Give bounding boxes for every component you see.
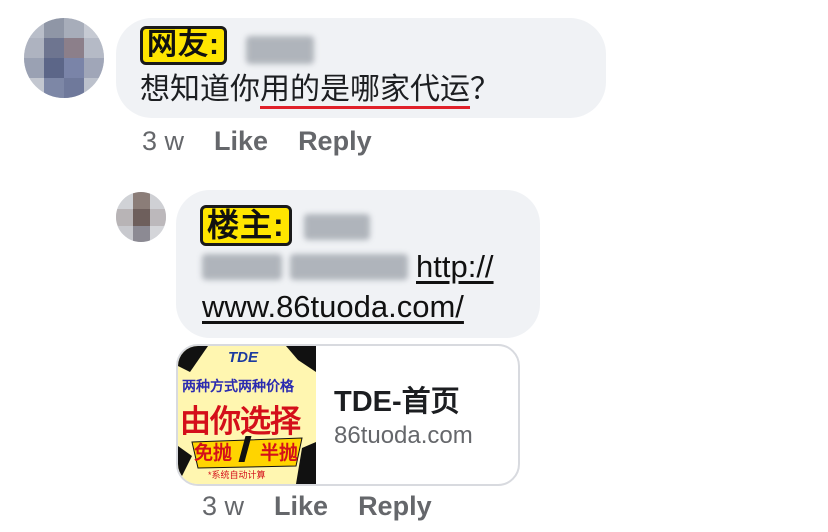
thumbnail-big-text: 由你选择 [180, 404, 301, 439]
redacted-text [290, 254, 408, 280]
link-preview-thumbnail: TDE 两种方式两种价格 由你选择 免抛 半抛 *系统自动计算 [178, 346, 316, 484]
link-preview-title[interactable]: TDE-首页 [334, 378, 460, 420]
author-name-tag[interactable]: 楼主: [200, 205, 292, 246]
like-button[interactable]: Like [274, 491, 328, 521]
thumbnail-left-badge: 免抛 [194, 443, 233, 464]
comment-time[interactable]: 3 w [142, 126, 184, 156]
comment-meta: 3 w Like Reply [142, 126, 372, 157]
reply-time[interactable]: 3 w [202, 491, 244, 521]
comment-text: 想知道你用的是哪家代运？ [140, 70, 500, 110]
redacted-name [304, 214, 370, 240]
thumbnail-right-badge: 半抛 [260, 443, 299, 464]
reply-meta: 3 w Like Reply [202, 491, 432, 522]
link-preview-domain: 86tuoda.com [334, 422, 473, 449]
link-preview-card[interactable]: TDE 两种方式两种价格 由你选择 免抛 半抛 *系统自动计算 TDE-首页 8… [176, 344, 520, 486]
thumbnail-headline: 两种方式两种价格 [182, 378, 294, 394]
comment-text-underlined: 用的是哪家代运 [260, 73, 470, 109]
reply-link-line2[interactable]: www.86tuoda.com/ [202, 286, 464, 328]
comment-text-part: 想知道你 [140, 73, 260, 106]
thumbnail-brand: TDE [228, 349, 258, 366]
reply-button[interactable]: Reply [358, 491, 432, 521]
thumbnail-footer: *系统自动计算 [208, 470, 266, 480]
redacted-name [246, 36, 314, 64]
reply-button[interactable]: Reply [298, 126, 372, 156]
commenter-avatar[interactable] [24, 18, 104, 98]
like-button[interactable]: Like [214, 126, 268, 156]
redacted-text [202, 254, 282, 280]
commenter-name-tag[interactable]: 网友: [140, 26, 227, 65]
reply-link-line1[interactable]: http:// [416, 246, 494, 288]
comment-text-end: ？ [470, 73, 500, 106]
reply-author-avatar[interactable] [116, 192, 166, 242]
